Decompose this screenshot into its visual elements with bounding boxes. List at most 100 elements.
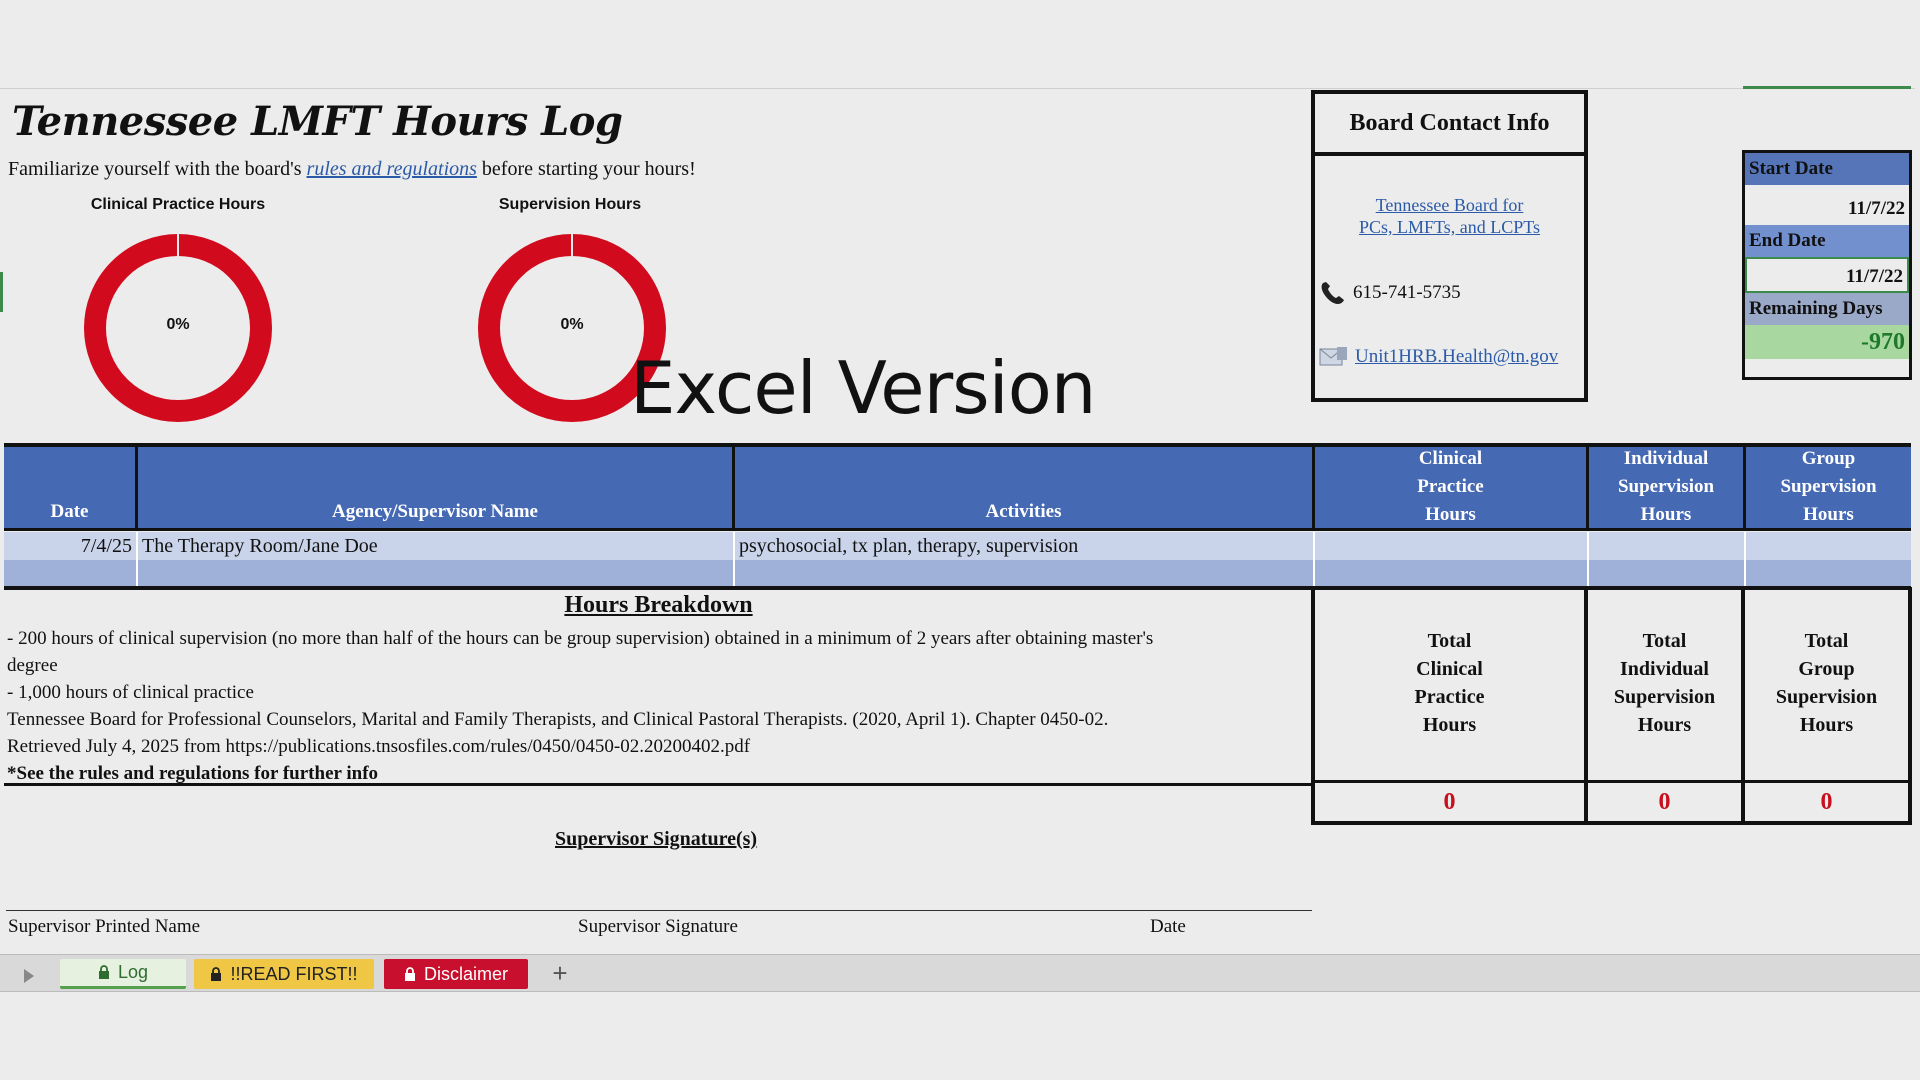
- cell-date[interactable]: [4, 560, 138, 586]
- cell-activities[interactable]: psychosocial, tx plan, therapy, supervis…: [735, 532, 1315, 560]
- supervisor-signature-title: Supervisor Signature(s): [555, 828, 758, 850]
- total-group-box: Total Group Supervision Hours 0: [1741, 587, 1912, 825]
- cell-group[interactable]: [1746, 532, 1911, 560]
- add-sheet-button[interactable]: +: [548, 959, 572, 989]
- lock-icon: [211, 966, 222, 981]
- breakdown-line: degree: [7, 655, 58, 676]
- email-icon: [1319, 347, 1347, 366]
- subtitle-before: Familiarize yourself with the board's: [8, 158, 307, 180]
- lock-icon: [404, 966, 415, 981]
- hours-breakdown-title: Hours Breakdown: [564, 592, 753, 618]
- selection-indicator: [1743, 86, 1911, 89]
- total-group-label: Total Group Supervision Hours: [1745, 587, 1908, 783]
- header-clinical-line1: Clinical: [1418, 447, 1483, 469]
- table-row: 7/4/25 The Therapy Room/Jane Doe psychos…: [4, 532, 1911, 560]
- board-link[interactable]: Tennessee Board for PCs, LMFTs, and LCPT…: [1315, 194, 1584, 238]
- total-individual-label: Total Individual Supervision Hours: [1588, 587, 1741, 783]
- total-individual-value: 0: [1658, 789, 1671, 815]
- total-clinical-box: Total Clinical Practice Hours 0: [1311, 587, 1588, 825]
- cell-agency[interactable]: The Therapy Room/Jane Doe: [138, 532, 735, 560]
- phone-number: 615-741-5735: [1353, 282, 1461, 303]
- tab-disclaimer-label: Disclaimer: [423, 963, 508, 984]
- board-link-line2: PCs, LMFTs, and LCPTs: [1358, 217, 1541, 237]
- total-group-line2: Group: [1798, 657, 1855, 680]
- supervision-chart-title: Supervision Hours: [498, 196, 642, 213]
- cell-activities[interactable]: [735, 560, 1315, 586]
- cell-group[interactable]: [1746, 560, 1911, 586]
- breakdown-line: - 1,000 hours of clinical practice: [7, 682, 254, 703]
- cell-clinical[interactable]: [1315, 532, 1589, 560]
- hours-breakdown: Hours Breakdown - 200 hours of clinical …: [4, 590, 1313, 786]
- phone-icon: [1321, 282, 1344, 304]
- board-contact-title: Board Contact Info: [1315, 94, 1584, 156]
- date-panel: Start Date 11/7/22 End Date 11/7/22 Rema…: [1742, 150, 1912, 380]
- total-clinical-label: Total Clinical Practice Hours: [1315, 587, 1584, 783]
- clinical-chart-title: Clinical Practice Hours: [90, 196, 266, 213]
- cell-individual[interactable]: [1589, 560, 1746, 586]
- signature-line: [6, 910, 1312, 911]
- breakdown-line: - 200 hours of clinical supervision (no …: [7, 628, 1154, 649]
- supervision-donut-label: 0%: [560, 316, 584, 333]
- start-date-label: Start Date: [1745, 153, 1909, 185]
- cell-individual[interactable]: [1589, 532, 1746, 560]
- total-individual-box: Total Individual Supervision Hours 0: [1584, 587, 1745, 825]
- row-selection-indicator: [0, 272, 3, 312]
- remaining-days-label: Remaining Days: [1745, 293, 1909, 325]
- cell-agency[interactable]: [138, 560, 735, 586]
- subtitle-after: before starting your hours!: [476, 158, 696, 180]
- tab-log-label: Log: [117, 962, 149, 982]
- sheet-tab-bar: Log !!READ FIRST!! Disclaimer +: [0, 954, 1920, 992]
- tab-log[interactable]: Log: [60, 959, 186, 989]
- total-group-line3: Supervision: [1775, 685, 1878, 708]
- total-clinical-line1: Total: [1427, 629, 1472, 652]
- breakdown-line: Tennessee Board for Professional Counsel…: [7, 709, 1109, 730]
- board-contact-box: Board Contact Info Tennessee Board for P…: [1311, 90, 1588, 402]
- log-table-header: Date Agency/Supervisor Name Activities C…: [4, 443, 1911, 531]
- email-link[interactable]: Unit1HRB.Health@tn.gov: [1355, 346, 1558, 368]
- header-individual-supervision[interactable]: Individual Supervision Hours: [1589, 447, 1746, 528]
- signature-date-label: Date: [1150, 916, 1186, 937]
- total-individual-line1: Total: [1642, 629, 1687, 652]
- header-agency[interactable]: Agency/Supervisor Name: [138, 447, 735, 528]
- rules-link[interactable]: rules and regulations: [307, 158, 477, 180]
- cell-date[interactable]: 7/4/25: [4, 532, 138, 560]
- tab-read-first[interactable]: !!READ FIRST!!: [194, 959, 374, 989]
- start-date-value[interactable]: 11/7/22: [1745, 185, 1909, 225]
- clinical-donut-chart[interactable]: 0%: [82, 232, 274, 424]
- supervisor-signature-label: Supervisor Signature: [578, 916, 738, 937]
- total-clinical-line2: Clinical: [1416, 657, 1483, 680]
- header-clinical-hours[interactable]: Clinical Practice Hours: [1315, 447, 1589, 528]
- header-date[interactable]: Date: [4, 447, 138, 528]
- header-activities[interactable]: Activities: [735, 447, 1315, 528]
- tab-disclaimer[interactable]: Disclaimer: [384, 959, 528, 989]
- table-row: [4, 560, 1911, 590]
- header-clinical-line2: Practice: [1417, 475, 1484, 497]
- excel-version-overlay: Excel Version: [630, 346, 1096, 430]
- header-group-line2: Supervision: [1780, 475, 1877, 497]
- subtitle: Familiarize yourself with the board's ru…: [8, 158, 696, 181]
- total-group-line4: Hours: [1799, 713, 1854, 736]
- scroll-tabs-right-icon[interactable]: [24, 969, 34, 983]
- page-title: Tennessee LMFT Hours Log: [12, 98, 623, 145]
- breakdown-note: *See the rules and regulations for furth…: [7, 763, 379, 784]
- cell-clinical[interactable]: [1315, 560, 1589, 586]
- clinical-donut-label: 0%: [166, 316, 190, 333]
- header-group-supervision[interactable]: Group Supervision Hours: [1746, 447, 1911, 528]
- total-group-line1: Total: [1804, 629, 1849, 652]
- total-individual-line2: Individual: [1620, 657, 1709, 680]
- end-date-label: End Date: [1745, 225, 1909, 257]
- header-individual-line2: Supervision: [1617, 475, 1715, 497]
- email-row[interactable]: Unit1HRB.Health@tn.gov: [1319, 346, 1558, 368]
- header-group-line1: Group: [1801, 447, 1856, 469]
- end-date-value[interactable]: 11/7/22: [1745, 257, 1909, 293]
- header-individual-line1: Individual: [1623, 447, 1709, 469]
- total-individual-line3: Supervision: [1613, 685, 1716, 708]
- header-individual-line3: Hours: [1640, 503, 1692, 525]
- tab-read-first-label: !!READ FIRST!!: [230, 963, 358, 984]
- lock-icon: [98, 965, 109, 979]
- header-group-line3: Hours: [1803, 503, 1854, 525]
- breakdown-line: Retrieved July 4, 2025 from https://publ…: [7, 736, 751, 757]
- total-group-value: 0: [1820, 789, 1833, 815]
- header-clinical-line3: Hours: [1425, 503, 1476, 525]
- total-clinical-line4: Hours: [1422, 713, 1477, 736]
